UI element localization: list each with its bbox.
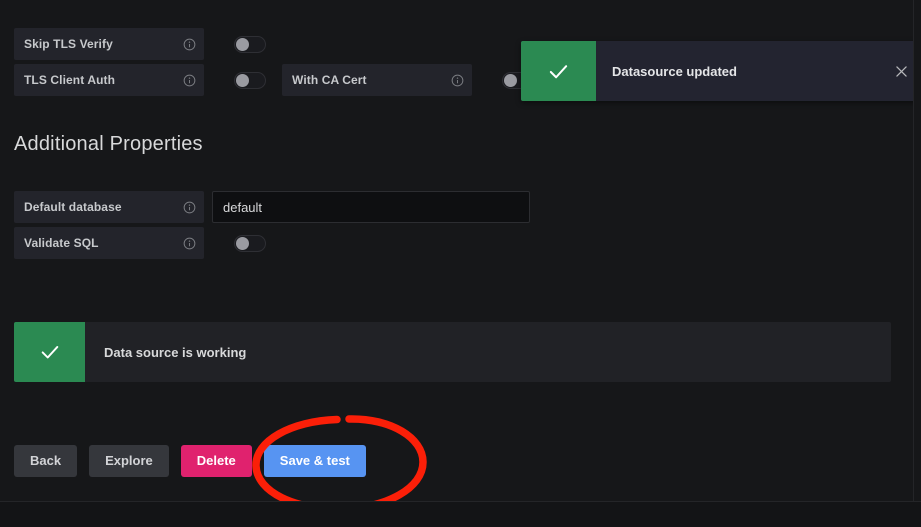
- skip-tls-verify-label-box: Skip TLS Verify: [14, 28, 204, 60]
- success-check-icon-box: [14, 322, 85, 382]
- info-circle-icon[interactable]: [169, 74, 196, 87]
- info-circle-icon[interactable]: [169, 38, 196, 51]
- default-database-label: Default database: [24, 200, 122, 214]
- additional-properties-heading: Additional Properties: [14, 133, 203, 155]
- action-button-row: Back Explore Delete Save & test: [14, 445, 366, 477]
- default-database-label-box: Default database: [14, 191, 204, 223]
- check-icon: [41, 345, 58, 359]
- datasource-test-result-panel: Data source is working: [14, 322, 891, 382]
- tls-client-auth-label: TLS Client Auth: [24, 73, 116, 87]
- toast-message: Datasource updated: [612, 63, 737, 79]
- field-row-tls-client-auth: TLS Client Auth With CA Cert: [14, 64, 534, 96]
- tls-client-auth-toggle[interactable]: [234, 71, 266, 89]
- toast-notification[interactable]: Datasource updated: [521, 41, 921, 101]
- toast-check-icon-box: [521, 41, 596, 101]
- skip-tls-verify-label: Skip TLS Verify: [24, 37, 113, 51]
- info-circle-icon[interactable]: [437, 74, 464, 87]
- explore-button[interactable]: Explore: [89, 445, 169, 477]
- tls-client-auth-label-box: TLS Client Auth: [14, 64, 204, 96]
- info-circle-icon[interactable]: [169, 237, 196, 250]
- with-ca-cert-label: With CA Cert: [292, 73, 367, 87]
- default-database-input[interactable]: [212, 191, 530, 223]
- validate-sql-label-box: Validate SQL: [14, 227, 204, 259]
- alert-body: Data source is working: [85, 322, 246, 382]
- toggle-knob: [236, 236, 249, 250]
- skip-tls-verify-toggle[interactable]: [234, 35, 266, 53]
- validate-sql-toggle[interactable]: [234, 234, 266, 252]
- info-circle-icon[interactable]: [169, 201, 196, 214]
- footer-bar: [0, 501, 921, 527]
- toggle-knob: [504, 73, 517, 87]
- back-button[interactable]: Back: [14, 445, 78, 477]
- field-row-default-database: Default database: [14, 191, 530, 223]
- right-edge-rail: [913, 0, 921, 527]
- toggle-knob: [236, 37, 249, 51]
- field-row-skip-tls-verify: Skip TLS Verify: [14, 28, 266, 60]
- check-icon: [549, 64, 568, 78]
- validate-sql-label: Validate SQL: [24, 236, 99, 250]
- with-ca-cert-label-box: With CA Cert: [282, 64, 472, 96]
- save-test-button[interactable]: Save & test: [263, 445, 366, 477]
- toast-body: Datasource updated: [596, 41, 881, 101]
- delete-button[interactable]: Delete: [180, 445, 252, 477]
- toggle-knob: [236, 73, 249, 87]
- field-row-validate-sql: Validate SQL: [14, 227, 266, 259]
- datasource-test-message: Data source is working: [104, 344, 247, 360]
